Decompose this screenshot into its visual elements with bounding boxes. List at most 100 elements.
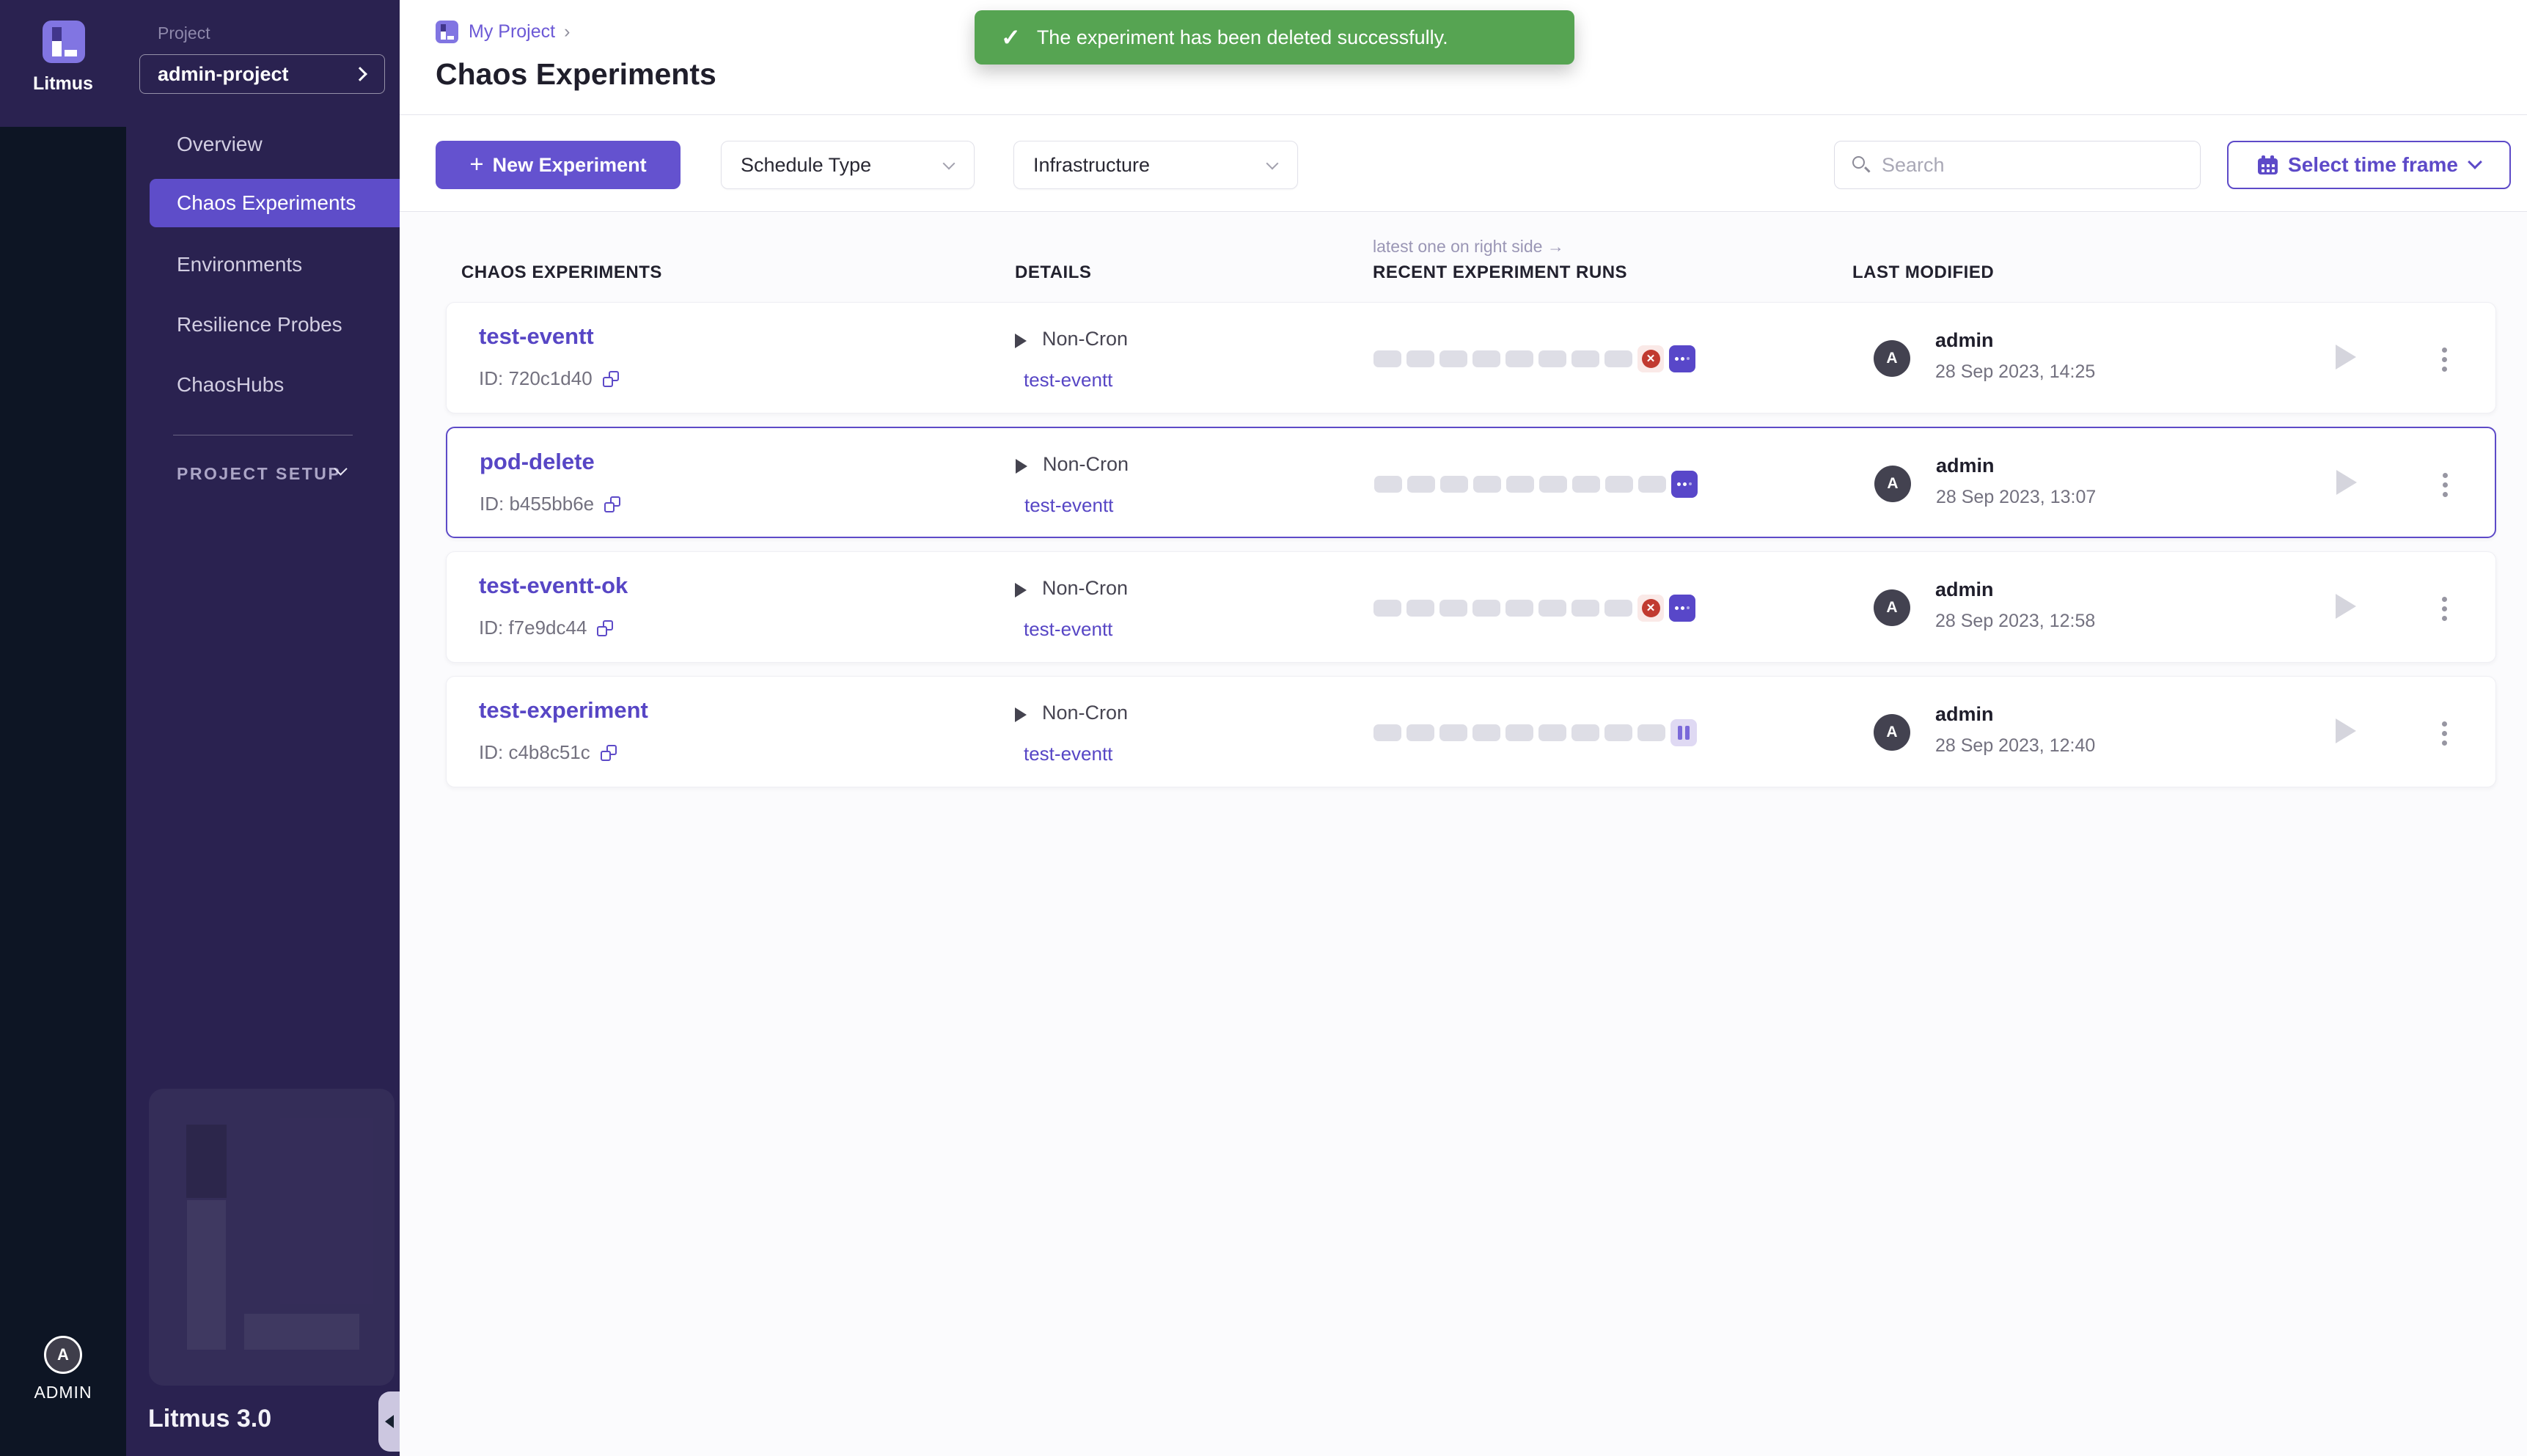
schedule-type-dropdown[interactable]: Schedule Type xyxy=(721,141,975,189)
experiment-name-link[interactable]: test-eventt xyxy=(479,323,594,350)
run-bar[interactable] xyxy=(1604,724,1632,741)
check-icon: ✓ xyxy=(1001,23,1021,51)
run-bar[interactable] xyxy=(1605,476,1633,493)
run-bar[interactable] xyxy=(1406,724,1434,741)
sidebar-item-label: Overview xyxy=(177,133,263,156)
run-bar[interactable] xyxy=(1472,724,1500,741)
user-avatar[interactable]: A xyxy=(44,1336,82,1374)
copy-icon[interactable] xyxy=(604,496,620,512)
sidebar-item-resilience-probes[interactable]: Resilience Probes xyxy=(126,301,400,349)
schedule-type-label: Schedule Type xyxy=(741,154,871,177)
experiment-name-link[interactable]: test-eventt-ok xyxy=(479,573,628,599)
table-row[interactable]: pod-delete ID: b455bb6e Non-Cron test-ev… xyxy=(446,427,2496,538)
time-frame-label: Select time frame xyxy=(2288,153,2458,177)
run-bar[interactable] xyxy=(1439,350,1467,367)
run-bar[interactable] xyxy=(1637,724,1665,741)
app-version: Litmus 3.0 xyxy=(148,1405,271,1433)
search-input[interactable] xyxy=(1882,154,2185,177)
rail-user-block[interactable]: A ADMIN xyxy=(0,1336,126,1402)
sidebar-collapse-handle[interactable] xyxy=(378,1391,400,1452)
table-row[interactable]: test-eventt-ok ID: f7e9dc44 Non-Cron tes… xyxy=(446,551,2496,663)
run-bar[interactable] xyxy=(1572,476,1600,493)
run-bar[interactable] xyxy=(1604,600,1632,617)
run-running-badge[interactable] xyxy=(1669,595,1695,622)
plus-icon: + xyxy=(469,150,483,178)
chevron-right-icon xyxy=(353,67,367,81)
sidebar-item-environments[interactable]: Environments xyxy=(126,240,400,289)
infrastructure-dropdown[interactable]: Infrastructure xyxy=(1013,141,1298,189)
run-bar[interactable] xyxy=(1472,600,1500,617)
run-bar[interactable] xyxy=(1604,350,1632,367)
run-bar[interactable] xyxy=(1638,476,1666,493)
experiment-template-link[interactable]: test-eventt xyxy=(1024,369,1112,391)
copy-icon[interactable] xyxy=(597,620,613,636)
run-bar[interactable] xyxy=(1439,600,1467,617)
experiment-name-link[interactable]: pod-delete xyxy=(480,449,595,475)
run-failed-badge[interactable]: ✕ xyxy=(1637,595,1664,622)
table-row[interactable]: test-eventt ID: 720c1d40 Non-Cron test-e… xyxy=(446,302,2496,413)
experiment-template-link[interactable]: test-eventt xyxy=(1024,618,1112,641)
experiment-template-link[interactable]: test-eventt xyxy=(1024,494,1113,517)
run-experiment-button[interactable] xyxy=(2336,594,2356,619)
row-menu-button[interactable] xyxy=(2431,338,2457,380)
breadcrumb-separator: › xyxy=(564,21,570,43)
sidebar-item-label: Chaos Experiments xyxy=(177,191,356,215)
experiment-template-link[interactable]: test-eventt xyxy=(1024,743,1112,765)
row-menu-button[interactable] xyxy=(2432,463,2458,506)
table-row[interactable]: test-experiment ID: c4b8c51c Non-Cron te… xyxy=(446,676,2496,787)
run-experiment-button[interactable] xyxy=(2336,470,2357,495)
run-bar[interactable] xyxy=(1406,600,1434,617)
run-running-badge[interactable] xyxy=(1669,345,1695,372)
run-bar[interactable] xyxy=(1373,724,1401,741)
run-bar[interactable] xyxy=(1439,724,1467,741)
user-role-label: ADMIN xyxy=(0,1383,126,1402)
run-bar[interactable] xyxy=(1571,724,1599,741)
run-bar[interactable] xyxy=(1538,724,1566,741)
copy-icon[interactable] xyxy=(601,745,617,761)
run-bar[interactable] xyxy=(1538,350,1566,367)
project-setup-toggle[interactable]: PROJECT SETUP xyxy=(126,458,400,490)
project-selector[interactable]: admin-project xyxy=(139,54,385,94)
run-bar[interactable] xyxy=(1571,350,1599,367)
new-experiment-button[interactable]: + New Experiment xyxy=(436,141,681,189)
calendar-icon xyxy=(2258,155,2278,174)
play-schedule-icon xyxy=(1015,707,1027,722)
run-bar[interactable] xyxy=(1373,350,1401,367)
run-running-badge[interactable] xyxy=(1671,471,1698,498)
project-label: Project xyxy=(158,23,210,43)
breadcrumb-project-link[interactable]: My Project xyxy=(469,21,555,43)
run-bar[interactable] xyxy=(1538,600,1566,617)
modifier-avatar: A xyxy=(1874,589,1910,626)
run-bar[interactable] xyxy=(1373,600,1401,617)
project-name: admin-project xyxy=(158,63,289,86)
run-bar[interactable] xyxy=(1472,350,1500,367)
runs-order-hint: latest one on right side → xyxy=(1373,237,1564,257)
run-bar[interactable] xyxy=(1374,476,1402,493)
run-paused-badge[interactable] xyxy=(1670,719,1697,746)
schedule-type-value: Non-Cron xyxy=(1043,453,1129,476)
row-menu-button[interactable] xyxy=(2431,712,2457,754)
copy-icon[interactable] xyxy=(603,371,619,387)
run-bar[interactable] xyxy=(1406,350,1434,367)
run-bar[interactable] xyxy=(1473,476,1501,493)
run-bar[interactable] xyxy=(1505,600,1533,617)
run-experiment-button[interactable] xyxy=(2336,345,2356,369)
collapse-arrow-icon xyxy=(385,1415,394,1428)
modifier-name: admin xyxy=(1935,329,1994,352)
run-bar[interactable] xyxy=(1539,476,1567,493)
run-bar[interactable] xyxy=(1505,350,1533,367)
experiment-name-link[interactable]: test-experiment xyxy=(479,697,648,724)
select-time-frame-button[interactable]: Select time frame xyxy=(2227,141,2511,189)
sidebar-item-overview[interactable]: Overview xyxy=(126,120,400,169)
row-menu-button[interactable] xyxy=(2431,587,2457,630)
run-bar[interactable] xyxy=(1440,476,1468,493)
run-bar[interactable] xyxy=(1505,724,1533,741)
sidebar-item-chaos-experiments[interactable]: Chaos Experiments xyxy=(150,179,400,227)
run-failed-badge[interactable]: ✕ xyxy=(1637,345,1664,372)
run-bar[interactable] xyxy=(1506,476,1534,493)
modified-date: 28 Sep 2023, 12:40 xyxy=(1935,735,2095,757)
sidebar-item-chaoshubs[interactable]: ChaosHubs xyxy=(126,361,400,409)
run-bar[interactable] xyxy=(1407,476,1435,493)
run-bar[interactable] xyxy=(1571,600,1599,617)
run-experiment-button[interactable] xyxy=(2336,718,2356,743)
